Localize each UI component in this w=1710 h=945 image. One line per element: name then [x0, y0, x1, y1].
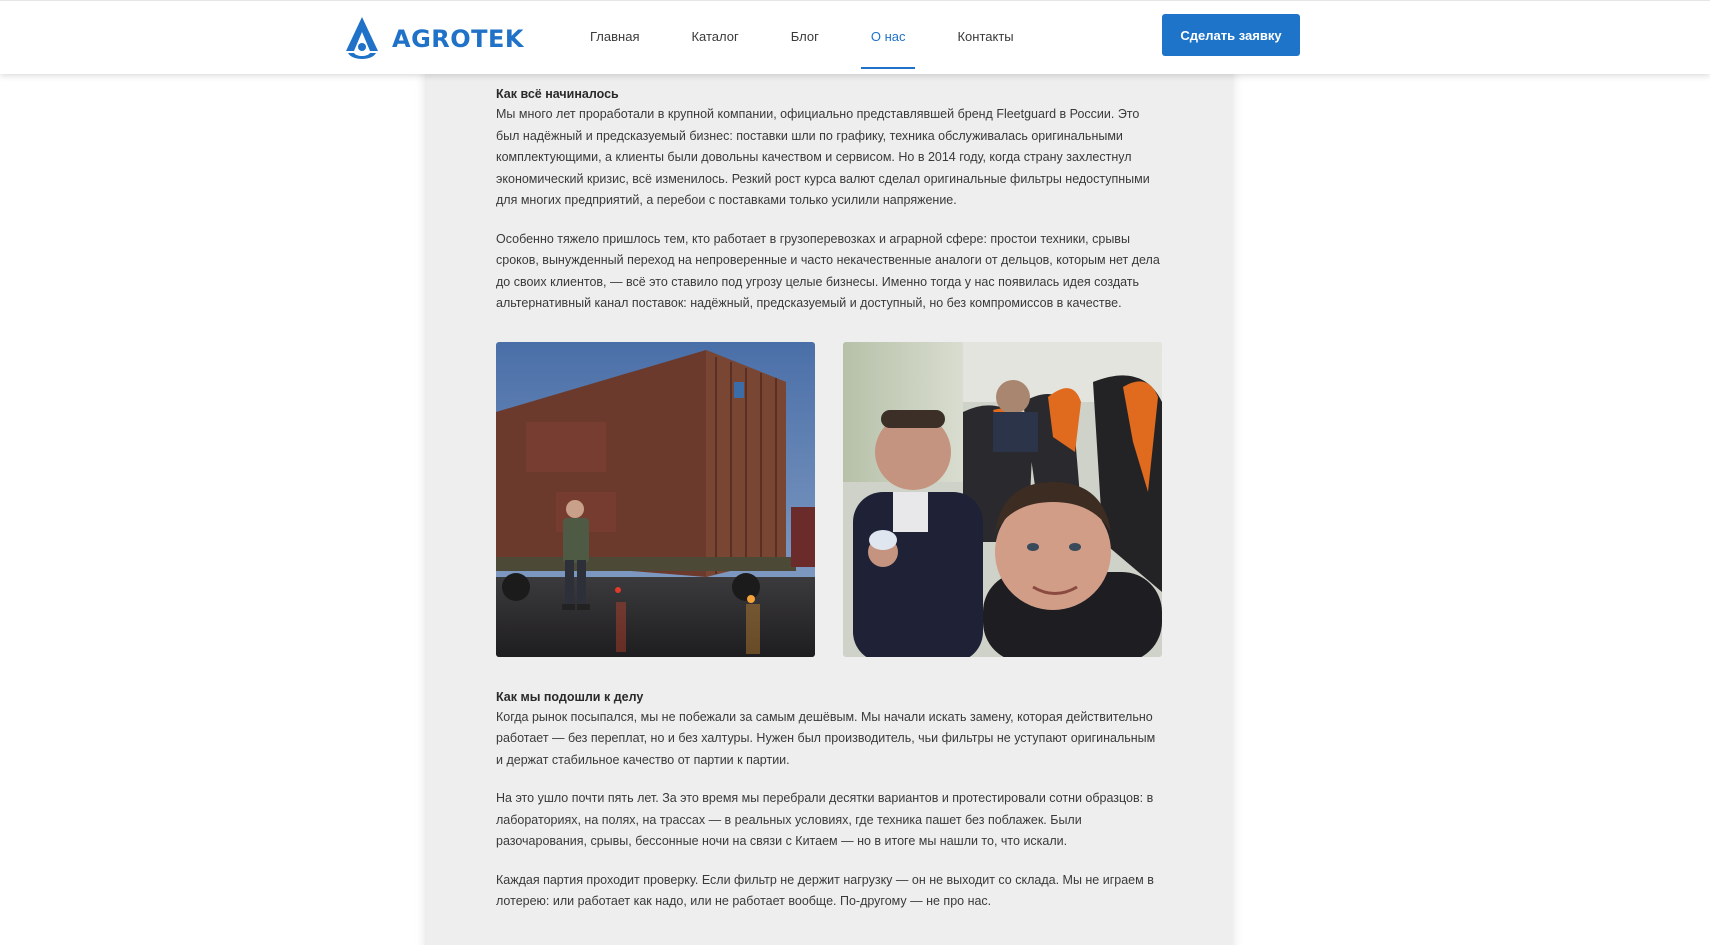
about-content-card: Как всё начиналось Мы много лет проработ… [425, 70, 1233, 945]
bus-selfie-photo [843, 341, 1162, 657]
request-button[interactable]: Сделать заявку [1162, 14, 1300, 56]
paragraph: На это ушло почти пять лет. За это время… [496, 791, 1154, 848]
section-title-beginning: Как всё начиналось [496, 87, 619, 101]
brand-logo[interactable]: AGROTEK [342, 15, 524, 63]
nav-contacts[interactable]: Контакты [937, 1, 1033, 71]
paragraph: Каждая партия проходит проверку. Если фи… [496, 872, 1154, 909]
container-photo [496, 341, 815, 657]
nav-catalog[interactable]: Каталог [671, 1, 758, 71]
nav-home[interactable]: Главная [570, 1, 659, 71]
paragraph: Мы много лет проработали в крупной компа… [496, 107, 1150, 207]
agrotek-logo-icon [346, 17, 378, 59]
main-nav: Главная Каталог Блог О нас Контакты [570, 1, 1046, 71]
paragraph: Особенно тяжело пришлось тем, кто работа… [496, 231, 1160, 311]
paragraph: Когда рынок посыпался, мы не побежали за… [496, 709, 1156, 767]
site-header: AGROTEK Главная Каталог Блог О нас Конта… [0, 0, 1710, 74]
photo-gallery [496, 341, 1162, 657]
section-title-approach: Как мы подошли к делу [496, 689, 644, 704]
brand-name: AGROTEK [392, 25, 525, 53]
nav-blog[interactable]: Блог [771, 1, 839, 71]
about-content: Как всё начиналось Мы много лет проработ… [496, 84, 1162, 913]
nav-about[interactable]: О нас [851, 1, 926, 71]
